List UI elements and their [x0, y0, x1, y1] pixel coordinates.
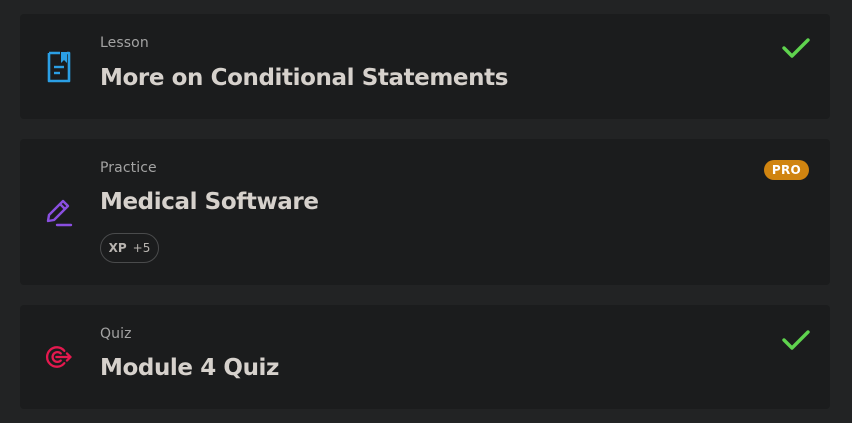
practice-card[interactable]: Practice Medical Software PRO XP +5 — [20, 139, 830, 285]
xp-label: XP — [108, 241, 127, 255]
xp-reward-pill: XP +5 — [100, 233, 159, 263]
item-title[interactable]: More on Conditional Statements — [100, 65, 508, 91]
target-icon — [44, 340, 74, 374]
item-kind: Practice — [100, 160, 157, 176]
pro-badge: PRO — [763, 160, 809, 180]
document-icon — [44, 50, 74, 84]
xp-value: +5 — [132, 241, 151, 255]
pencil-icon — [44, 195, 74, 229]
item-kind: Lesson — [100, 35, 149, 51]
quiz-card[interactable]: Quiz Module 4 Quiz — [20, 305, 830, 409]
checkmark-icon — [782, 329, 810, 351]
item-kind: Quiz — [100, 326, 132, 342]
item-title[interactable]: Module 4 Quiz — [100, 355, 279, 381]
lesson-card[interactable]: Lesson More on Conditional Statements — [20, 14, 830, 119]
item-title[interactable]: Medical Software — [100, 189, 319, 215]
checkmark-icon — [782, 37, 810, 59]
